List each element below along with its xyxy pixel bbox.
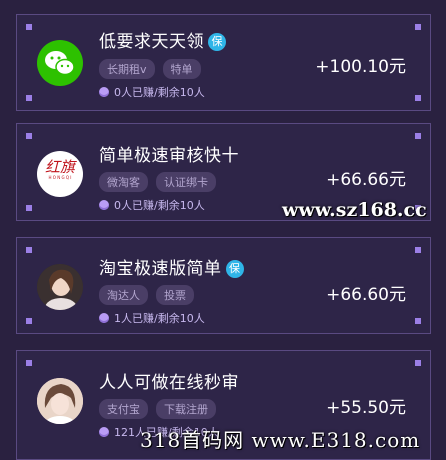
corner-decoration: [415, 247, 421, 253]
user-avatar-icon: [37, 264, 83, 310]
guarantee-badge: 保: [208, 33, 226, 51]
task-card[interactable]: 淘宝极速版简单保 淘达人 投票 1人已赚/剩余10人 +66.60元: [16, 237, 431, 334]
task-reward: +66.60元: [326, 285, 406, 305]
corner-decoration: [26, 318, 32, 324]
logo-text: 红旗: [44, 158, 75, 176]
hongqi-logo-icon: 红旗 H O N G Q I: [37, 151, 83, 197]
coin-stack-icon: [99, 427, 109, 437]
task-tag: 下载注册: [156, 399, 216, 419]
tag-list: 微淘客 认证绑卡: [99, 172, 216, 192]
coin-stack-icon: [99, 313, 109, 323]
stock-text: 0人已赚/剩余10人: [114, 199, 205, 212]
task-tag: 微淘客: [99, 172, 148, 192]
corner-decoration: [26, 247, 32, 253]
corner-decoration: [26, 133, 32, 139]
task-reward: +66.66元: [326, 170, 406, 190]
task-reward: +100.10元: [315, 57, 406, 77]
coin-stack-icon: [99, 200, 109, 210]
corner-decoration: [415, 360, 421, 366]
corner-decoration: [415, 24, 421, 30]
corner-decoration: [415, 133, 421, 139]
stock-text: 1人已赚/剩余10人: [114, 312, 205, 325]
stock-text: 0人已赚/剩余10人: [114, 86, 205, 99]
corner-decoration: [415, 95, 421, 101]
corner-decoration: [26, 205, 32, 211]
task-tag: 投票: [156, 285, 194, 305]
corner-decoration: [26, 95, 32, 101]
task-tag: 淘达人: [99, 285, 148, 305]
tag-list: 淘达人 投票: [99, 285, 194, 305]
logo-subtext: H O N G Q I: [48, 175, 72, 180]
task-title: 人人可做在线秒审: [99, 373, 239, 393]
corner-decoration: [26, 360, 32, 366]
task-title: 低要求天天领保: [99, 27, 226, 52]
task-card[interactable]: 低要求天天领保 长期租v 特单 0人已赚/剩余10人 +100.10元: [16, 14, 431, 111]
corner-decoration: [26, 24, 32, 30]
guarantee-badge: 保: [225, 260, 244, 278]
task-title: 淘宝极速版简单保: [99, 254, 244, 279]
task-reward: +55.50元: [326, 398, 406, 418]
task-stock: 1人已赚/剩余10人: [99, 310, 205, 326]
task-tag: 长期租v: [99, 59, 155, 79]
tag-list: 支付宝 下载注册: [99, 399, 216, 419]
user-avatar-icon: [37, 378, 83, 424]
coin-stack-icon: [99, 87, 109, 97]
task-tag: 特单: [162, 59, 201, 79]
watermark: 318首码网 www.E318.com: [140, 428, 421, 452]
task-stock: 0人已赚/剩余10人: [99, 84, 205, 100]
task-tag: 支付宝: [99, 399, 148, 419]
corner-decoration: [415, 318, 421, 324]
task-stock: 0人已赚/剩余10人: [99, 197, 205, 213]
tag-list: 长期租v 特单: [99, 59, 201, 79]
watermark: www.sz168.cc: [282, 199, 427, 221]
task-tag: 认证绑卡: [156, 172, 216, 192]
wechat-icon: [37, 40, 83, 86]
task-title: 简单极速审核快十: [99, 146, 239, 166]
